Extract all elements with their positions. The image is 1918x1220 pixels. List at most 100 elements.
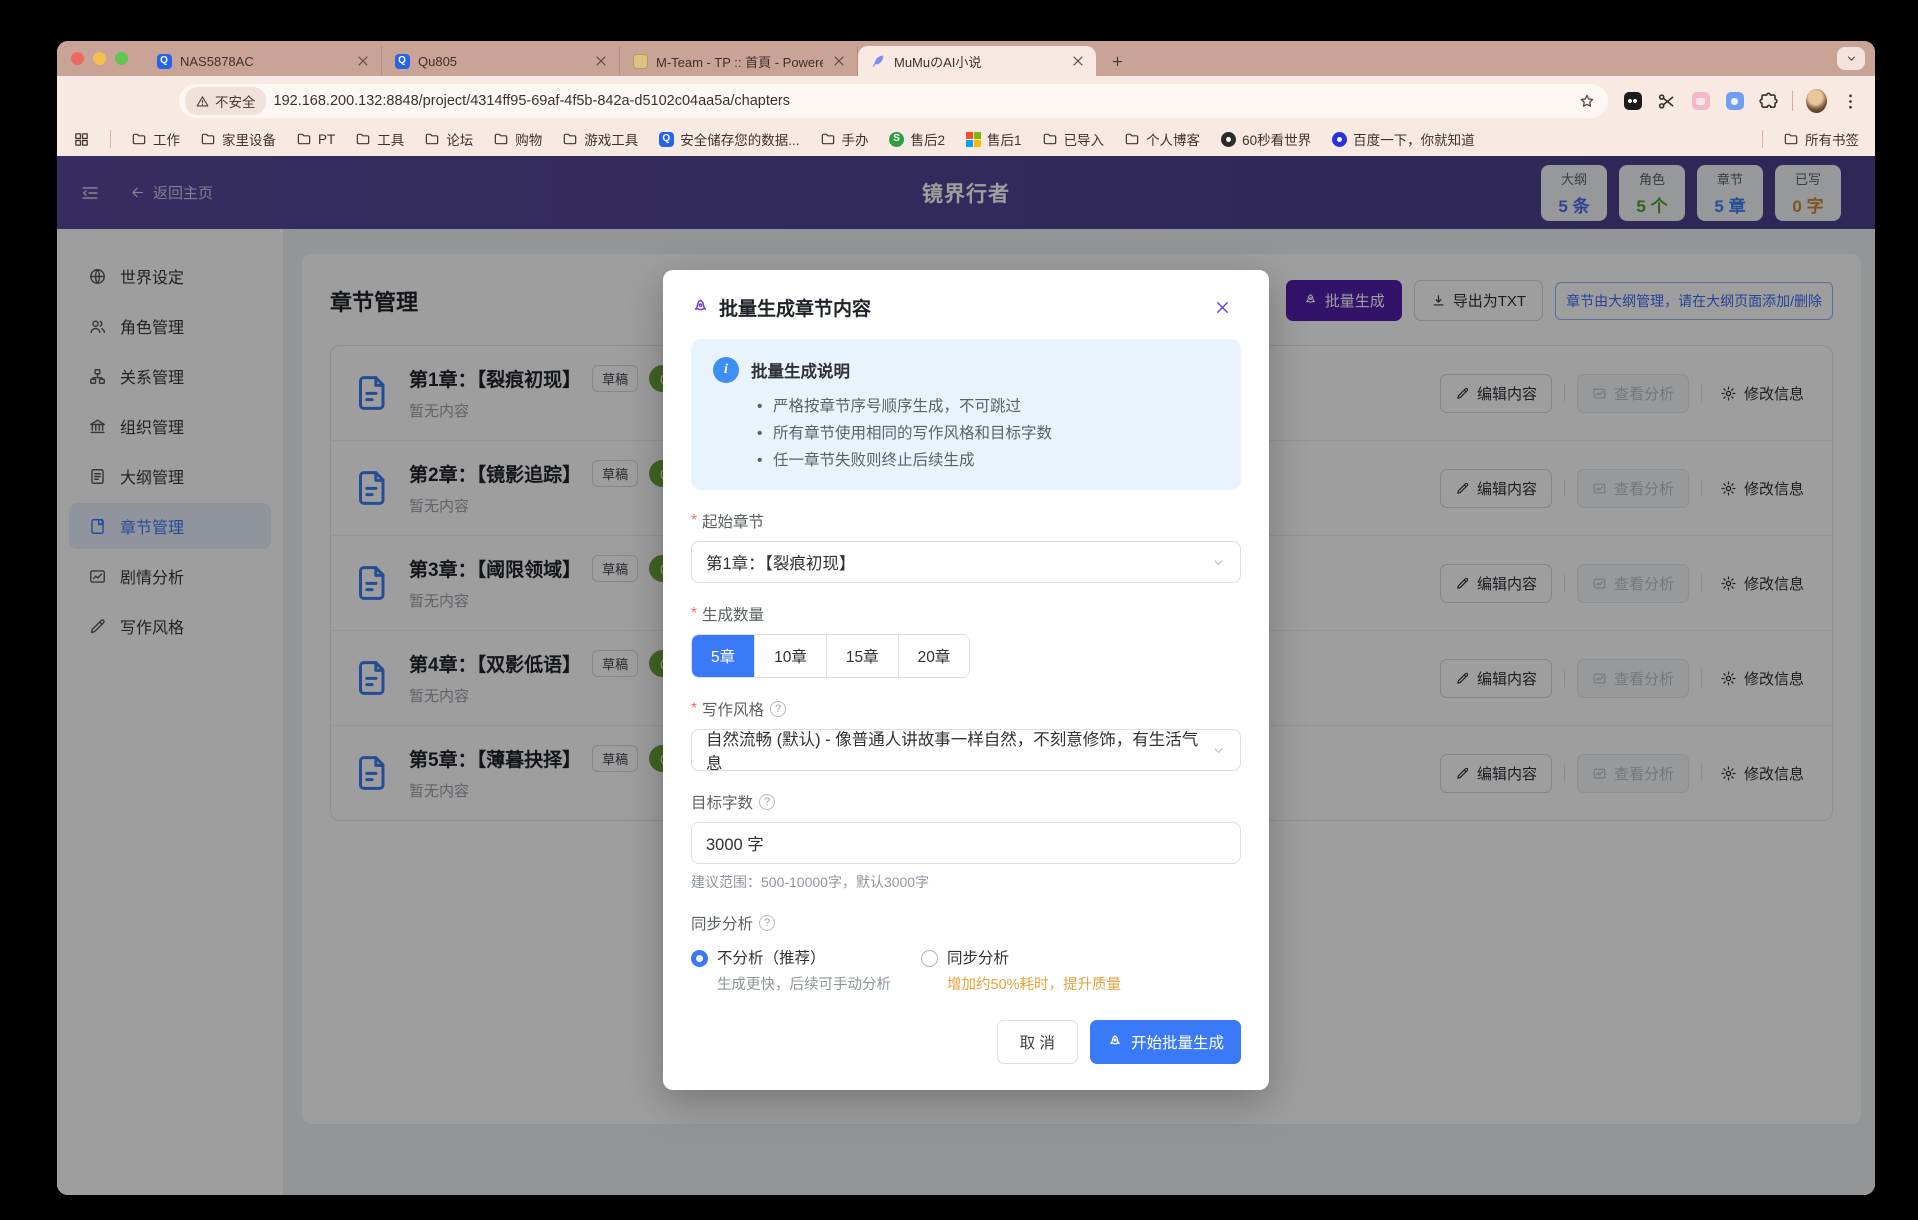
url-text: 192.168.200.132:8848/project/4314ff95-69… bbox=[274, 93, 1571, 109]
warning-icon bbox=[195, 94, 210, 109]
avatar[interactable] bbox=[1806, 91, 1827, 112]
address-bar[interactable]: 不安全 192.168.200.132:8848/project/4314ff9… bbox=[179, 84, 1608, 118]
bookmark-label: 家里设备 bbox=[222, 129, 276, 149]
browser-tab[interactable]: M-Team - TP :: 首頁 - Powere bbox=[620, 46, 858, 76]
folder-icon bbox=[131, 131, 147, 147]
back-button[interactable] bbox=[71, 88, 97, 114]
bookmark-item[interactable]: 手办 bbox=[820, 129, 869, 149]
folder-icon bbox=[424, 131, 440, 147]
app-viewport: 返回主页 镜界行者 大纲 5 条 角色 5 个 章节 5 章 已写 0 字 世界… bbox=[57, 156, 1875, 1195]
apps-grid-icon[interactable] bbox=[73, 131, 90, 148]
radio-title: 同步分析 bbox=[947, 946, 1121, 968]
tab-strip: Q NAS5878AC Q Qu805 M-Team - TP :: 首頁 - … bbox=[57, 41, 1875, 76]
qnap-favicon: Q bbox=[156, 53, 172, 69]
count-segmented-control: 5章10章15章20章 bbox=[691, 634, 970, 678]
info-title: 批量生成说明 bbox=[751, 358, 850, 382]
bookmark-label: 游戏工具 bbox=[584, 129, 638, 149]
bookmark-item[interactable]: 60秒看世界 bbox=[1220, 129, 1311, 149]
kebab-menu-icon[interactable] bbox=[1840, 91, 1861, 112]
bookmark-item[interactable]: 购物 bbox=[493, 129, 542, 149]
puzzle-extensions-icon[interactable] bbox=[1758, 91, 1779, 112]
close-icon[interactable] bbox=[1213, 298, 1232, 317]
tab-title: M-Team - TP :: 首頁 - Powere bbox=[656, 52, 823, 71]
start-chapter-label: 起始章节 bbox=[691, 510, 1241, 532]
minimize-window-button[interactable] bbox=[93, 52, 106, 65]
mumu-favicon bbox=[870, 53, 886, 69]
qnap-favicon: Q bbox=[394, 53, 410, 69]
radio-desc: 生成更快，后续可手动分析 bbox=[717, 973, 891, 994]
radio-icon bbox=[921, 950, 938, 967]
sync-radio-option[interactable]: 同步分析 增加约50%耗时，提升质量 bbox=[921, 946, 1121, 994]
chevron-down-icon bbox=[1211, 555, 1226, 570]
style-select[interactable]: 自然流畅 (默认) - 像普通人讲故事一样自然，不刻意修饰，有生活气息 bbox=[691, 729, 1241, 771]
bookmark-item[interactable]: 论坛 bbox=[424, 129, 473, 149]
folder-icon bbox=[1124, 131, 1140, 147]
tab-title: MuMuのAI小说 bbox=[894, 52, 1062, 71]
panda-extension-icon[interactable] bbox=[1622, 91, 1643, 112]
question-icon bbox=[759, 915, 775, 931]
bookmarks-divider bbox=[1762, 130, 1763, 148]
scissors-extension-icon[interactable] bbox=[1656, 91, 1677, 112]
bookmark-label: 个人博客 bbox=[1146, 129, 1200, 149]
radio-desc: 增加约50%耗时，提升质量 bbox=[947, 973, 1121, 994]
tab-close-icon[interactable] bbox=[355, 53, 371, 69]
browser-window: Q NAS5878AC Q Qu805 M-Team - TP :: 首頁 - … bbox=[57, 41, 1875, 1195]
new-tab-button[interactable] bbox=[1104, 48, 1130, 74]
style-value: 自然流畅 (默认) - 像普通人讲故事一样自然，不刻意修饰，有生活气息 bbox=[706, 726, 1211, 774]
tab-close-icon[interactable] bbox=[593, 53, 609, 69]
bookmark-item[interactable]: 家里设备 bbox=[200, 129, 276, 149]
count-option[interactable]: 5章 bbox=[692, 635, 755, 677]
tab-close-icon[interactable] bbox=[831, 53, 847, 69]
bookmark-label: 60秒看世界 bbox=[1242, 129, 1311, 149]
target-words-input[interactable] bbox=[691, 822, 1241, 864]
start-batch-generate-button[interactable]: 开始批量生成 bbox=[1090, 1020, 1241, 1064]
bookmark-item[interactable]: S 售后2 bbox=[889, 129, 946, 149]
question-icon bbox=[770, 701, 786, 717]
bookmark-label: 论坛 bbox=[446, 129, 473, 149]
tab-title: Qu805 bbox=[418, 54, 585, 69]
bookmark-item[interactable]: 个人博客 bbox=[1124, 129, 1200, 149]
count-option[interactable]: 10章 bbox=[755, 635, 827, 677]
count-option[interactable]: 20章 bbox=[899, 635, 970, 677]
bookmark-label: 工作 bbox=[153, 129, 180, 149]
bookmark-label: 购物 bbox=[515, 129, 542, 149]
maximize-window-button[interactable] bbox=[115, 52, 128, 65]
blue-extension-icon[interactable] bbox=[1724, 91, 1745, 112]
folder-icon bbox=[1783, 131, 1799, 147]
bookmark-item[interactable]: Q 安全储存您的数据... bbox=[658, 129, 799, 149]
bookmark-label: 已导入 bbox=[1064, 129, 1105, 149]
bookmark-item[interactable]: 已导入 bbox=[1042, 129, 1105, 149]
cancel-button[interactable]: 取 消 bbox=[997, 1020, 1078, 1064]
forward-button[interactable] bbox=[107, 88, 133, 114]
count-option[interactable]: 15章 bbox=[827, 635, 899, 677]
browser-tab[interactable]: Q Qu805 bbox=[382, 46, 620, 76]
window-controls bbox=[71, 41, 128, 76]
browser-tab[interactable]: MuMuのAI小说 bbox=[858, 46, 1096, 76]
start-chapter-select[interactable]: 第1章：【裂痕初现】 bbox=[691, 541, 1241, 583]
bookmark-star-icon[interactable] bbox=[1578, 92, 1596, 110]
info-bullets: 严格按章节序号顺序生成，不可跳过所有章节使用相同的写作风格和目标字数任一章节失败… bbox=[757, 393, 1219, 474]
bookmark-item[interactable]: 售后1 bbox=[965, 129, 1022, 149]
info-bullet: 严格按章节序号顺序生成，不可跳过 bbox=[757, 393, 1219, 420]
reload-button[interactable] bbox=[143, 88, 169, 114]
folder-icon bbox=[562, 131, 578, 147]
bookmark-item[interactable]: PT bbox=[296, 131, 335, 147]
bookmark-item[interactable]: 游戏工具 bbox=[562, 129, 638, 149]
security-chip[interactable]: 不安全 bbox=[185, 87, 266, 115]
all-bookmarks[interactable]: 所有书签 bbox=[1783, 129, 1859, 149]
browser-tab[interactable]: Q NAS5878AC bbox=[144, 46, 382, 76]
count-label: 生成数量 bbox=[691, 603, 1241, 625]
sync-radio-option[interactable]: 不分析（推荐） 生成更快，后续可手动分析 bbox=[691, 946, 891, 994]
bookmark-item[interactable]: 百度一下，你就知道 bbox=[1331, 129, 1475, 149]
bookmarks-bar: 工作 家里设备 PT 工具 论坛 购物 游戏工具 Q 安全储存您的数据... 手… bbox=[57, 126, 1875, 156]
bookmark-item[interactable]: 工具 bbox=[355, 129, 404, 149]
tab-search-button[interactable] bbox=[1837, 47, 1865, 70]
bookmark-item[interactable]: 工作 bbox=[131, 129, 180, 149]
radio-icon bbox=[691, 950, 708, 967]
info-bullet: 任一章节失败则终止后续生成 bbox=[757, 447, 1219, 474]
bookmark-label: 售后1 bbox=[987, 129, 1022, 149]
tab-close-icon[interactable] bbox=[1070, 53, 1086, 69]
tv-extension-icon[interactable] bbox=[1690, 91, 1711, 112]
close-window-button[interactable] bbox=[71, 52, 84, 65]
chevron-down-icon bbox=[1211, 743, 1226, 758]
